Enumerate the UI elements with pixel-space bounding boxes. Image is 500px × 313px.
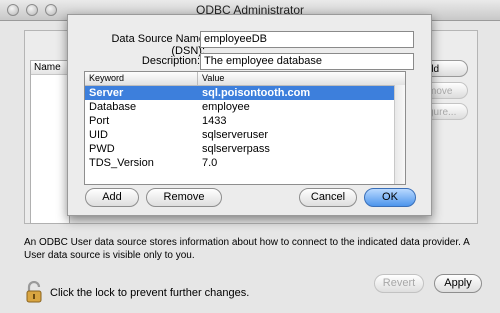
- revert-button[interactable]: Revert: [374, 274, 424, 293]
- lock-text: Click the lock to prevent further change…: [50, 287, 250, 299]
- dsn-list-header-name[interactable]: Name: [31, 61, 69, 75]
- table-row[interactable]: TDS_Version 7.0: [85, 156, 405, 170]
- column-header-keyword[interactable]: Keyword: [89, 72, 124, 85]
- lock-icon[interactable]: [24, 280, 46, 303]
- value-cell[interactable]: 7.0: [202, 156, 217, 170]
- value-cell[interactable]: 1433: [202, 114, 226, 128]
- table-row[interactable]: PWD sqlserverpass: [85, 142, 405, 156]
- description-field[interactable]: The employee database: [200, 53, 414, 70]
- keyword-cell[interactable]: Database: [89, 100, 136, 114]
- table-header: Keyword Value: [85, 72, 405, 86]
- remove-keyword-button[interactable]: Remove: [146, 188, 222, 207]
- value-cell[interactable]: employee: [202, 100, 250, 114]
- table-row[interactable]: Server sql.poisontooth.com: [85, 86, 405, 100]
- keyword-cell[interactable]: Server: [89, 86, 123, 100]
- ok-button[interactable]: OK: [364, 188, 416, 207]
- dsn-configuration-sheet: Data Source Name (DSN): employeeDB Descr…: [67, 14, 432, 216]
- dsn-name-field[interactable]: employeeDB: [200, 31, 414, 48]
- column-header-value[interactable]: Value: [202, 72, 224, 85]
- dsn-label: Data Source Name (DSN):: [111, 33, 205, 57]
- value-cell[interactable]: sqlserverpass: [202, 142, 270, 156]
- apply-button[interactable]: Apply: [434, 274, 482, 293]
- info-text: An ODBC User data source stores informat…: [24, 237, 470, 261]
- keyword-cell[interactable]: UID: [89, 128, 108, 142]
- table-scrollbar[interactable]: [394, 85, 405, 184]
- keyword-cell[interactable]: Port: [89, 114, 109, 128]
- add-keyword-button[interactable]: Add: [85, 188, 139, 207]
- keyword-value-table[interactable]: Keyword Value Server sql.poisontooth.com D…: [84, 71, 406, 185]
- keyword-cell[interactable]: PWD: [89, 142, 115, 156]
- value-cell[interactable]: sqlserveruser: [202, 128, 268, 142]
- keyword-cell[interactable]: TDS_Version: [89, 156, 154, 170]
- description-label: Description:: [141, 55, 200, 67]
- table-row[interactable]: Port 1433: [85, 114, 405, 128]
- cancel-button[interactable]: Cancel: [299, 188, 357, 207]
- table-row[interactable]: Database employee: [85, 100, 405, 114]
- table-row[interactable]: UID sqlserveruser: [85, 128, 405, 142]
- dsn-list[interactable]: Name: [30, 60, 70, 224]
- value-cell[interactable]: sql.poisontooth.com: [202, 86, 310, 100]
